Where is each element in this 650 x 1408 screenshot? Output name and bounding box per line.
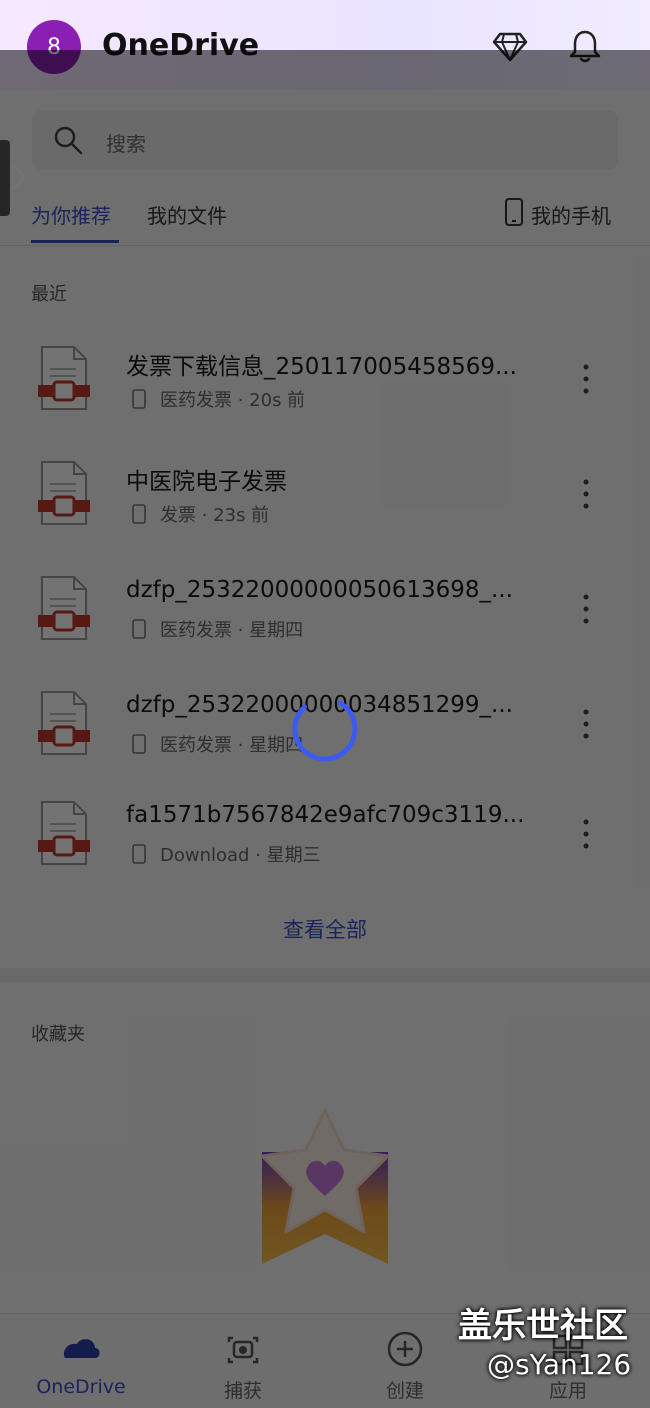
file-name: fa1571b7567842e9afc709c3119... xyxy=(126,802,525,828)
more-options-icon[interactable] xyxy=(574,589,598,629)
file-meta: Download · 星期三 xyxy=(160,845,321,866)
tab-bar: 为你推荐 我的文件 我的手机 xyxy=(0,190,650,246)
app-header: 8 OneDrive xyxy=(0,0,650,95)
phone-icon xyxy=(505,198,523,226)
pdf-file-icon xyxy=(38,461,90,525)
nav-label: OneDrive xyxy=(36,1376,126,1398)
tab-my-phone[interactable]: 我的手机 xyxy=(531,200,611,229)
watermark-title: 盖乐世社区 xyxy=(458,1306,628,1346)
tab-my-files[interactable]: 我的文件 xyxy=(147,200,227,229)
search-bar[interactable]: 搜索 xyxy=(32,110,618,170)
pdf-file-icon xyxy=(38,691,90,755)
phone-icon xyxy=(132,619,146,639)
phone-icon xyxy=(132,844,146,864)
file-name: 中医院电子发票 xyxy=(126,469,287,495)
diamond-icon[interactable] xyxy=(492,28,528,64)
more-options-icon[interactable] xyxy=(574,359,598,399)
recent-section-label: 最近 xyxy=(31,284,67,305)
tab-recommended[interactable]: 为你推荐 xyxy=(31,200,111,229)
nav-item-onedrive[interactable]: OneDrive xyxy=(16,1314,146,1408)
phone-icon xyxy=(132,734,146,754)
file-meta: 医药发票 · 星期四 xyxy=(160,620,304,641)
file-row[interactable]: 中医院电子发票 发票 · 23s 前 xyxy=(0,460,650,572)
search-placeholder: 搜索 xyxy=(106,132,146,156)
more-options-icon[interactable] xyxy=(574,814,598,854)
pdf-file-icon xyxy=(38,576,90,640)
active-tab-indicator xyxy=(31,240,119,243)
nav-label: 捕获 xyxy=(223,1380,262,1402)
file-name: 发票下载信息_250117005458569... xyxy=(126,354,517,380)
bell-icon[interactable] xyxy=(567,28,603,64)
pdf-file-icon xyxy=(38,346,90,410)
nav-item-create[interactable]: 创建 xyxy=(340,1314,470,1408)
file-meta: 发票 · 23s 前 xyxy=(160,505,270,526)
more-options-icon[interactable] xyxy=(574,474,598,514)
favorites-star-illustration xyxy=(260,1108,390,1264)
app-title: OneDrive xyxy=(102,28,260,63)
file-meta: 医药发票 · 星期四 xyxy=(160,735,304,756)
phone-icon xyxy=(132,389,146,409)
file-row[interactable]: 发票下载信息_250117005458569... 医药发票 · 20s 前 xyxy=(0,345,650,457)
section-divider xyxy=(0,968,650,982)
avatar[interactable]: 8 xyxy=(27,20,81,74)
file-row[interactable]: dzfp_25322000000050613698_... 医药发票 · 星期四 xyxy=(0,575,650,687)
file-meta: 医药发票 · 20s 前 xyxy=(160,390,306,411)
file-row[interactable]: fa1571b7567842e9afc709c3119... Download … xyxy=(0,800,650,912)
pdf-file-icon xyxy=(38,801,90,865)
cloud-icon xyxy=(63,1339,100,1358)
search-icon xyxy=(54,126,83,155)
phone-icon xyxy=(132,504,146,524)
loading-spinner xyxy=(292,696,358,762)
view-all-link[interactable]: 查看全部 xyxy=(0,914,650,944)
more-options-icon[interactable] xyxy=(574,704,598,744)
favorites-section-label: 收藏夹 xyxy=(31,1024,85,1045)
nav-item-capture[interactable]: 捕获 xyxy=(178,1314,308,1408)
chevron-right-icon[interactable] xyxy=(8,162,30,192)
plus-circle-icon xyxy=(387,1331,423,1367)
onedrive-screen: 8 OneDrive 搜索 为你推荐 我的文件 我的手机 最近 发票下载信息_2… xyxy=(0,0,650,1408)
camera-icon xyxy=(227,1336,259,1364)
file-name: dzfp_25322000000050613698_... xyxy=(126,577,513,603)
watermark-handle: @sYan126 xyxy=(487,1348,632,1381)
nav-label: 创建 xyxy=(385,1380,424,1402)
